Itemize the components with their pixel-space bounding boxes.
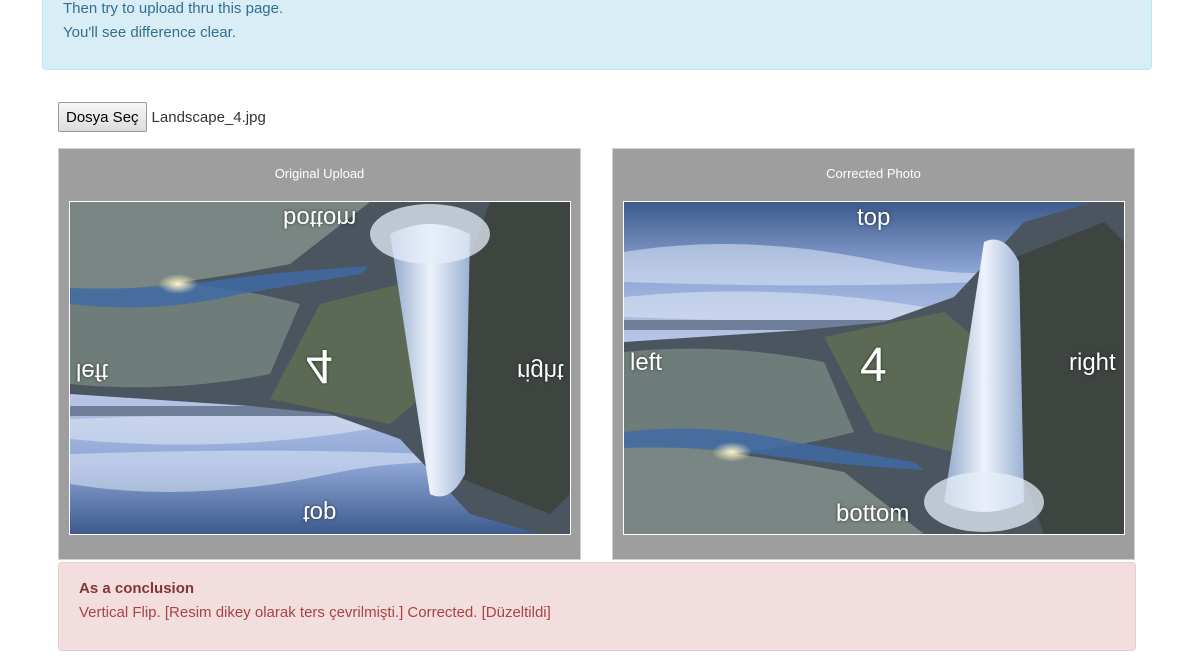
- original-upload-panel: Original Upload bottom top left right 4: [58, 148, 581, 560]
- original-label-right: right: [517, 358, 564, 385]
- original-label-left: left: [76, 358, 109, 385]
- conclusion-alert: As a conclusion Vertical Flip. [Resim di…: [58, 562, 1136, 651]
- info-alert: Then try to upload thru this page. You'l…: [42, 0, 1152, 70]
- original-label-number: 4: [306, 339, 333, 392]
- corrected-photo: top bottom left right 4: [623, 201, 1125, 535]
- original-label-top: top: [303, 500, 337, 527]
- info-line-2: You'll see difference clear.: [63, 24, 236, 41]
- conclusion-heading: As a conclusion: [79, 580, 195, 597]
- info-line-1: Then try to upload thru this page.: [63, 0, 284, 17]
- corrected-label-left: left: [630, 349, 663, 376]
- corrected-label-bottom: bottom: [836, 500, 910, 527]
- conclusion-text: Vertical Flip. [Resim dikey olarak ters …: [79, 604, 551, 621]
- original-label-bottom: bottom: [283, 205, 357, 232]
- corrected-label-top: top: [857, 204, 891, 231]
- choose-file-button[interactable]: Dosya Seç: [58, 102, 147, 132]
- original-photo: bottom top left right 4: [69, 201, 571, 535]
- selected-file-name: Landscape_4.jpg: [151, 108, 266, 126]
- corrected-photo-title: Corrected Photo: [826, 166, 921, 181]
- corrected-label-right: right: [1069, 349, 1116, 376]
- corrected-photo-panel: Corrected Photo top bottom left right 4: [612, 148, 1135, 560]
- file-upload: Dosya Seç Landscape_4.jpg: [58, 102, 266, 132]
- corrected-label-number: 4: [860, 339, 887, 392]
- original-upload-title: Original Upload: [274, 166, 365, 181]
